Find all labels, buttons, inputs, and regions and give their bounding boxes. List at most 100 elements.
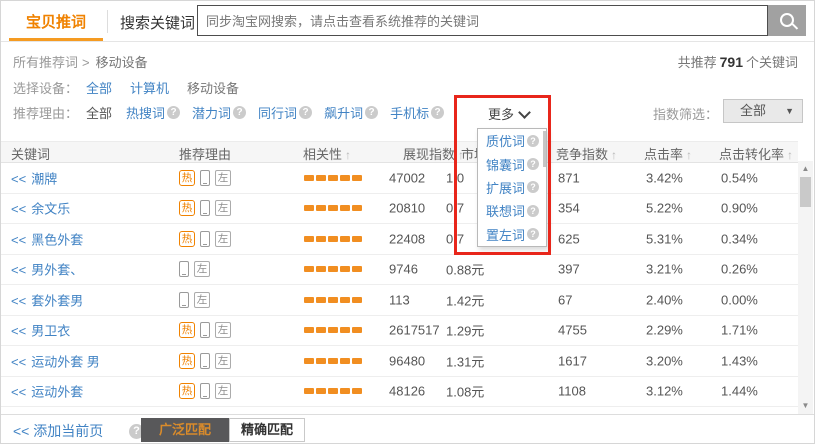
reason-option-all[interactable]: 全部 bbox=[86, 103, 112, 122]
keyword-link[interactable]: << 运动外套 bbox=[11, 382, 83, 401]
vertical-scrollbar[interactable]: ▲ ▼ bbox=[798, 161, 813, 414]
keyword-tool-panel: 宝贝推词 搜索关键词 所有推荐词 > 移动设备 共推荐791个关键词 选择设备： 全… bbox=[0, 0, 815, 444]
exact-match-button[interactable]: 精确匹配 bbox=[229, 418, 305, 442]
device-option-pc[interactable]: 计算机 bbox=[130, 78, 169, 97]
dropdown-item-quality[interactable]: 质优词? bbox=[478, 129, 546, 152]
cvr-value: 1.43% bbox=[721, 353, 758, 369]
cvr-value: 0.00% bbox=[721, 292, 758, 308]
help-icon[interactable]: ? bbox=[431, 106, 445, 119]
hot-tag-icon: 热 bbox=[179, 230, 195, 247]
impressions-value: 96480 bbox=[389, 353, 426, 369]
help-icon[interactable]: ? bbox=[527, 134, 540, 147]
mobile-icon bbox=[200, 169, 210, 186]
header-competition[interactable]: 竞争指数 ↑ bbox=[556, 144, 617, 163]
reason-filter-label: 推荐理由： bbox=[13, 106, 79, 121]
search-button[interactable] bbox=[768, 5, 806, 36]
reason-option-hot[interactable]: 热搜词 bbox=[126, 103, 165, 122]
relevance-bars bbox=[304, 205, 364, 212]
dropdown-item-extend[interactable]: 扩展词? bbox=[478, 176, 546, 199]
help-icon[interactable]: ? bbox=[527, 158, 540, 171]
help-icon[interactable]: ? bbox=[527, 204, 540, 217]
mobile-icon bbox=[179, 261, 189, 278]
help-icon[interactable]: ? bbox=[527, 181, 540, 194]
reason-tags: 热左 bbox=[179, 230, 231, 247]
impressions-value: 47002 bbox=[389, 170, 426, 186]
hot-tag-icon: 热 bbox=[179, 200, 195, 217]
keyword-link[interactable]: << 黑色外套 bbox=[11, 229, 83, 248]
select-arrow-icon: ▼ bbox=[785, 106, 794, 116]
mobile-icon bbox=[200, 383, 210, 400]
dropdown-item-left[interactable]: 置左词? bbox=[478, 223, 546, 246]
table-row: << 运动外套 热左 48126 1.08元 1108 3.12% 1.44% bbox=[1, 376, 798, 407]
reason-option-peer[interactable]: 同行词 bbox=[258, 103, 297, 122]
table-row: << 男外套、 左 9746 0.88元 397 3.21% 0.26% bbox=[1, 254, 798, 285]
keyword-link[interactable]: << 男卫衣 bbox=[11, 321, 70, 340]
hot-tag-icon: 热 bbox=[179, 169, 195, 186]
competition-value: 397 bbox=[558, 261, 580, 277]
relevance-bars bbox=[304, 235, 364, 242]
help-icon[interactable]: ? bbox=[299, 106, 313, 119]
keyword-link[interactable]: << 运动外套 男 bbox=[11, 351, 100, 370]
recommend-count-summary: 共推荐 791 个关键词 bbox=[678, 52, 798, 71]
keyword-link[interactable]: << 余文乐 bbox=[11, 199, 70, 218]
price-value: 1.42元 bbox=[446, 293, 485, 309]
dropdown-item-tips[interactable]: 锦囊词? bbox=[478, 152, 546, 175]
help-icon[interactable]: ? bbox=[365, 106, 379, 119]
dropdown-item-associate[interactable]: 联想词? bbox=[478, 199, 546, 222]
header-cvr[interactable]: 点击转化率 ↑ bbox=[719, 144, 793, 163]
dropdown-scrollbar-thumb[interactable] bbox=[543, 131, 546, 167]
device-option-all[interactable]: 全部 bbox=[86, 78, 112, 97]
ctr-value: 2.29% bbox=[646, 322, 683, 338]
hot-tag-icon: 热 bbox=[179, 352, 195, 369]
keyword-link[interactable]: << 套外套男 bbox=[11, 290, 83, 309]
sort-up-icon: ↑ bbox=[611, 148, 618, 162]
broad-match-button[interactable]: 广泛匹配 bbox=[141, 418, 229, 442]
reason-filter-row: 推荐理由： 全部 热搜词? 潜力词? 同行词? 飙升词? 手机标? bbox=[13, 103, 456, 122]
left-tag-icon: 左 bbox=[215, 230, 231, 247]
ctr-value: 5.22% bbox=[646, 200, 683, 216]
help-icon[interactable]: ? bbox=[527, 228, 540, 241]
left-tag-icon: 左 bbox=[194, 261, 210, 278]
tab-item-recommend[interactable]: 宝贝推词 bbox=[9, 11, 103, 32]
sort-up-icon: ↑ bbox=[787, 148, 794, 162]
reason-option-mobile-tag[interactable]: 手机标 bbox=[390, 103, 429, 122]
summary-suffix: 个关键词 bbox=[745, 55, 798, 70]
scroll-down-icon[interactable]: ▼ bbox=[798, 400, 813, 412]
summary-prefix: 共推荐 bbox=[677, 55, 717, 70]
competition-value: 625 bbox=[558, 231, 580, 247]
index-filter-select[interactable]: 全部 ▼ bbox=[723, 99, 803, 123]
table-body: << 潮牌 热左 47002 1.0 871 3.42% 0.54% << 余文乐 … bbox=[1, 163, 798, 414]
device-option-mobile[interactable]: 移动设备 bbox=[187, 78, 239, 97]
cvr-value: 1.71% bbox=[721, 322, 758, 338]
reason-option-rising[interactable]: 飙升词 bbox=[324, 103, 363, 122]
hot-tag-icon: 热 bbox=[179, 322, 195, 339]
impressions-value: 9746 bbox=[389, 261, 418, 277]
price-value: 0.7 bbox=[446, 231, 465, 247]
table-row: << 余文乐 热左 20810 0.7 354 5.22% 0.90% bbox=[1, 193, 798, 224]
keyword-link[interactable]: << 潮牌 bbox=[11, 168, 57, 187]
competition-value: 354 bbox=[558, 200, 580, 216]
header-ctr[interactable]: 点击率 ↑ bbox=[644, 144, 692, 163]
price-value: 1.29元 bbox=[446, 323, 485, 339]
table-row: << 潮牌 热左 47002 1.0 871 3.42% 0.54% bbox=[1, 163, 798, 194]
scroll-up-icon[interactable]: ▲ bbox=[798, 163, 813, 175]
reason-tags: 热左 bbox=[179, 322, 231, 339]
help-icon[interactable]: ? bbox=[167, 106, 181, 119]
competition-value: 4755 bbox=[558, 322, 587, 338]
cvr-value: 0.34% bbox=[721, 231, 758, 247]
add-current-page-link[interactable]: << 添加当前页 bbox=[13, 421, 103, 441]
table-row: << 男卫衣 热左 2617517 1.29元 4755 2.29% 1.71% bbox=[1, 315, 798, 346]
tab-search-keyword[interactable]: 搜索关键词 bbox=[120, 12, 195, 33]
price-value: 0.88元 bbox=[446, 262, 485, 278]
competition-value: 871 bbox=[558, 170, 580, 186]
header-impressions[interactable]: 展现指数 ↑ bbox=[403, 144, 464, 163]
help-icon[interactable]: ? bbox=[233, 106, 247, 119]
scrollbar-thumb[interactable] bbox=[800, 177, 811, 207]
search-input[interactable] bbox=[197, 5, 768, 36]
reason-option-potential[interactable]: 潜力词 bbox=[192, 103, 231, 122]
header-relevance[interactable]: 相关性 ↑ bbox=[303, 144, 351, 163]
more-dropdown-toggle[interactable]: 更多 bbox=[488, 104, 531, 123]
competition-value: 67 bbox=[558, 292, 573, 308]
keyword-link[interactable]: << 男外套、 bbox=[11, 260, 83, 279]
breadcrumb-root[interactable]: 所有推荐词 bbox=[13, 55, 78, 70]
